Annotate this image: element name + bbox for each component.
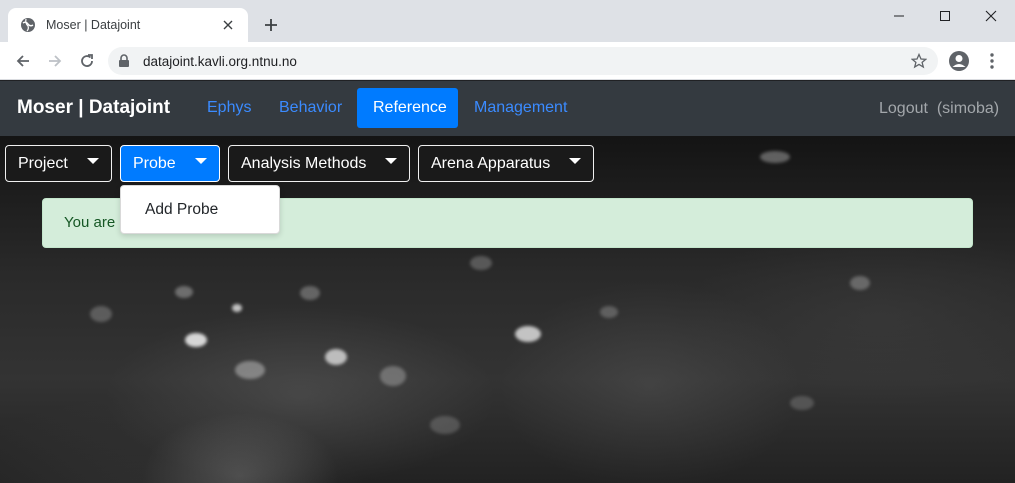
caret-down-icon xyxy=(195,157,207,164)
site-navbar: Moser | Datajoint Ephys Behavior Referen… xyxy=(0,81,1015,136)
reload-icon[interactable] xyxy=(74,48,100,74)
profile-avatar-icon[interactable] xyxy=(948,50,970,72)
arena-apparatus-dropdown-button[interactable]: Arena Apparatus xyxy=(418,145,594,182)
caret-down-icon xyxy=(385,157,397,164)
logout-label: Logout xyxy=(879,100,928,117)
username-label: (simoba) xyxy=(936,100,1000,117)
url-text[interactable]: datajoint.kavli.org.ntnu.no xyxy=(143,54,910,69)
page-content: Moser | Datajoint Ephys Behavior Referen… xyxy=(0,81,1015,483)
nav-link-management[interactable]: Management xyxy=(458,88,583,128)
site-brand[interactable]: Moser | Datajoint xyxy=(17,97,170,119)
globe-icon xyxy=(20,17,36,33)
bookmark-star-icon[interactable] xyxy=(910,52,928,70)
arena-apparatus-button-label: Arena Apparatus xyxy=(431,154,551,172)
probe-dropdown-button[interactable]: Probe xyxy=(120,145,220,182)
more-menu-icon[interactable] xyxy=(984,50,1000,72)
analysis-methods-dropdown-button[interactable]: Analysis Methods xyxy=(228,145,410,182)
browser-titlebar: Moser | Datajoint xyxy=(0,0,1015,42)
probe-dropdown-menu: Add Probe xyxy=(120,185,280,234)
lock-icon xyxy=(118,54,132,68)
nav-link-behavior[interactable]: Behavior xyxy=(263,88,358,128)
probe-button-label: Probe xyxy=(133,154,176,172)
dropdown-item-add-probe[interactable]: Add Probe xyxy=(121,195,279,225)
address-bar[interactable]: datajoint.kavli.org.ntnu.no xyxy=(108,47,938,75)
logout-link[interactable]: Logout (simoba) xyxy=(879,100,999,118)
nav-link-ephys[interactable]: Ephys xyxy=(191,88,267,128)
window-close-icon[interactable] xyxy=(968,0,1013,32)
nav-link-reference[interactable]: Reference xyxy=(357,88,458,128)
back-arrow-icon[interactable] xyxy=(10,48,36,74)
tab-close-icon[interactable] xyxy=(220,17,236,33)
project-button-label: Project xyxy=(18,154,68,172)
browser-toolbar: datajoint.kavli.org.ntnu.no xyxy=(0,42,1015,80)
browser-tab[interactable]: Moser | Datajoint xyxy=(8,8,248,42)
tab-title: Moser | Datajoint xyxy=(46,18,141,32)
minimize-icon[interactable] xyxy=(876,0,921,32)
alert-text: You are xyxy=(64,214,116,231)
analysis-methods-button-label: Analysis Methods xyxy=(241,154,367,172)
new-tab-icon[interactable] xyxy=(260,14,282,36)
caret-down-icon xyxy=(569,157,581,164)
forward-arrow-icon[interactable] xyxy=(42,48,68,74)
caret-down-icon xyxy=(87,157,99,164)
project-dropdown-button[interactable]: Project xyxy=(5,145,112,182)
maximize-icon[interactable] xyxy=(922,0,967,32)
